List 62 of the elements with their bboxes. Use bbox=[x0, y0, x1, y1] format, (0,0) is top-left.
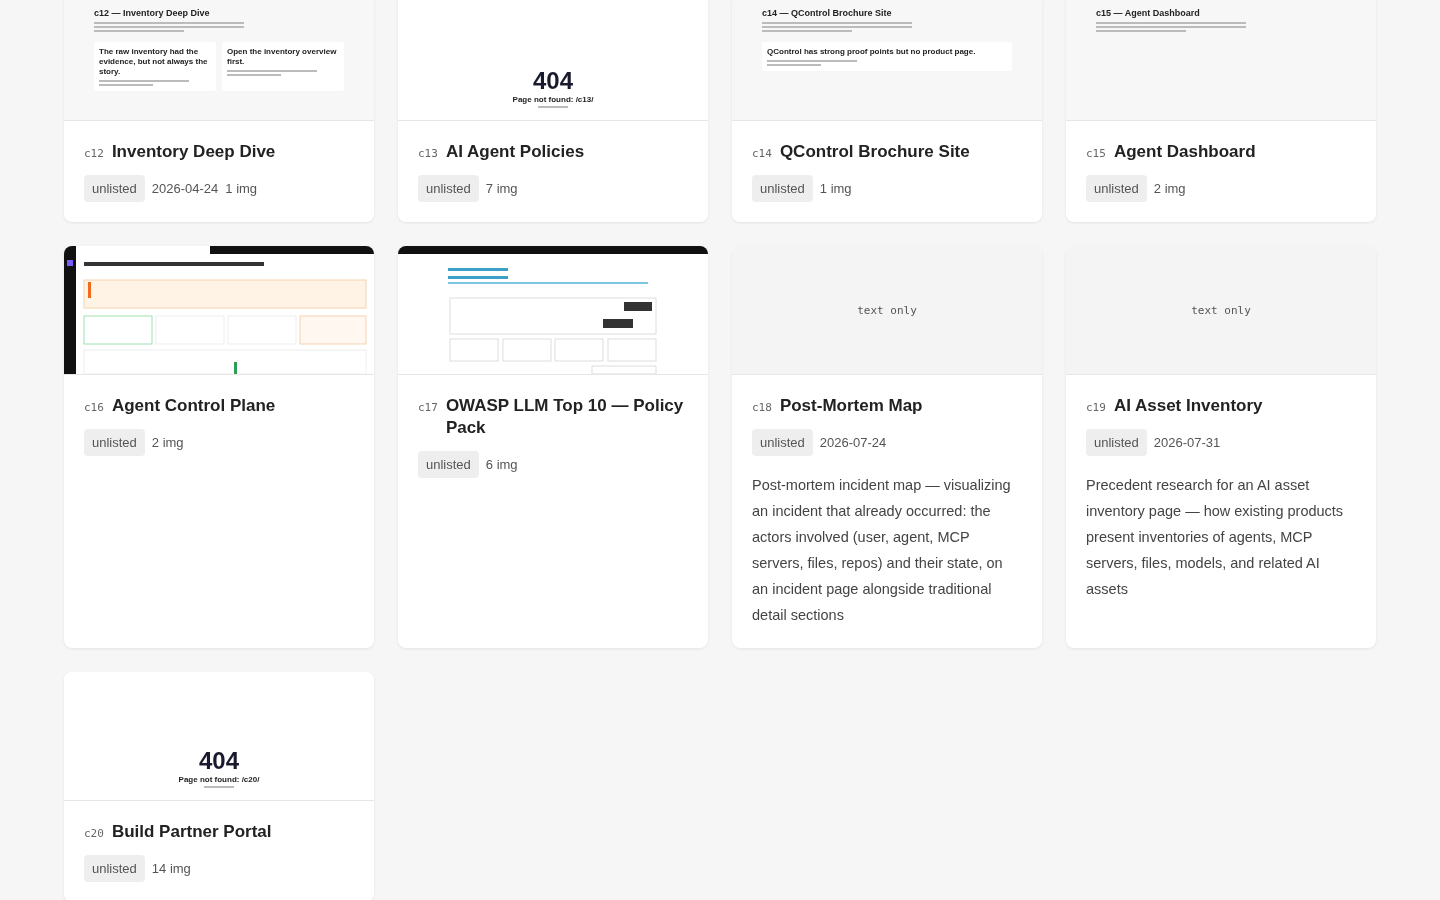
image-count: 6 img bbox=[485, 457, 518, 472]
image-count: 7 img bbox=[485, 181, 518, 196]
project-card[interactable] bbox=[1066, 246, 1376, 648]
status-tag: unlisted bbox=[418, 451, 479, 478]
thumbnail-panel-title: Open the inventory overview first. bbox=[227, 47, 338, 67]
project-date: 2026-07-24 bbox=[819, 435, 887, 450]
project-date: 2026-07-31 bbox=[1153, 435, 1221, 450]
image-count: 2 img bbox=[151, 435, 184, 450]
project-title: Inventory Deep Dive bbox=[111, 141, 276, 163]
text-lines-drawing bbox=[204, 786, 234, 788]
thumbnail-panel-title: The raw inventory had the evidence, but not always the story. bbox=[99, 47, 209, 77]
thumbnail-label: text only bbox=[857, 303, 917, 317]
project-card[interactable] bbox=[732, 246, 1042, 648]
thumbnail-label: text only bbox=[1191, 303, 1251, 317]
status-tag: unlisted bbox=[752, 429, 813, 456]
error-code: 404 bbox=[532, 69, 573, 93]
thumbnail-heading: c15 — Agent Dashboard bbox=[1096, 8, 1201, 18]
thumbnail-heading: c12 — Inventory Deep Dive bbox=[94, 8, 211, 18]
project-title: Agent Dashboard bbox=[1113, 141, 1256, 163]
project-card[interactable]: c17 OWASP LLM Top 10 — Policy Pack unlisted 6 img bbox=[398, 246, 708, 648]
status-tag: unlisted bbox=[1086, 175, 1147, 202]
project-card[interactable]: 404 Page not found: /c13/ c13 AI Agent Policies unlisted 7 img bbox=[398, 0, 708, 222]
project-title: AI Asset Inventory bbox=[1113, 395, 1263, 417]
project-id: c20 bbox=[84, 827, 104, 840]
project-id: c19 bbox=[1086, 401, 1106, 414]
error-code: 404 bbox=[198, 749, 239, 773]
project-id: c15 bbox=[1086, 147, 1106, 160]
status-tag: unlisted bbox=[418, 175, 479, 202]
project-description: Post-mortem incident map — visualizing an incident that already occurred: the actors involved (user, agent, MCP servers, files, repos) and their state, on an incident page alongside traditional detail sections bbox=[752, 476, 1012, 625]
image-count: 1 img bbox=[225, 181, 258, 196]
project-title: OWASP LLM Top 10 — Policy Pack bbox=[445, 395, 685, 439]
project-description: Precedent research for an AI asset inventory page — how existing products present inventories of agents, MCP servers, files, models, and related AI assets bbox=[1086, 476, 1345, 599]
project-id: c12 bbox=[84, 147, 104, 160]
project-id: c13 bbox=[418, 147, 438, 160]
project-card[interactable]: c12 — Inventory Deep Dive The raw inventory had the evidence, but not always the story. Open the inventory overview first. c12 Inventory Deep Dive unlisted 2026-04-24 1 img bbox=[64, 0, 374, 222]
error-message: Page not found: /c13/ bbox=[512, 95, 594, 104]
thumbnail-panel-title: QControl has strong proof points but no product page. bbox=[767, 47, 977, 57]
project-card[interactable]: c14 — QControl Brochure Site QControl has strong proof points but no product page. c14 QControl Brochure Site unlisted 1 img bbox=[732, 0, 1042, 222]
project-title: QControl Brochure Site bbox=[779, 141, 970, 163]
project-id: c17 bbox=[418, 401, 438, 414]
image-count: 2 img bbox=[1153, 181, 1186, 196]
thumbnail-heading: c14 — QControl Brochure Site bbox=[762, 8, 893, 18]
status-tag: unlisted bbox=[752, 175, 813, 202]
project-id: c16 bbox=[84, 401, 104, 414]
text-lines-drawing bbox=[538, 106, 568, 108]
status-tag: unlisted bbox=[1086, 429, 1147, 456]
status-tag: unlisted bbox=[84, 429, 145, 456]
project-id: c14 bbox=[752, 147, 772, 160]
image-count: 1 img bbox=[819, 181, 852, 196]
project-id: c18 bbox=[752, 401, 772, 414]
project-title: Build Partner Portal bbox=[111, 821, 272, 843]
error-message: Page not found: /c20/ bbox=[178, 775, 260, 784]
project-title: Post-Mortem Map bbox=[779, 395, 923, 417]
status-tag: unlisted bbox=[84, 855, 145, 882]
project-title: Agent Control Plane bbox=[111, 395, 276, 417]
status-tag: unlisted bbox=[84, 175, 145, 202]
project-card[interactable]: c16 Agent Control Plane unlisted 2 img bbox=[64, 246, 374, 648]
project-card[interactable]: 404 Page not found: /c20/ c20 Build Partner Portal unlisted 14 img bbox=[64, 672, 374, 900]
project-date: 2026-04-24 bbox=[151, 181, 219, 196]
image-count: 14 img bbox=[151, 861, 191, 876]
project-card[interactable]: c15 — Agent Dashboard c15 Agent Dashboard unlisted 2 img bbox=[1066, 0, 1376, 222]
project-title: AI Agent Policies bbox=[445, 141, 585, 163]
